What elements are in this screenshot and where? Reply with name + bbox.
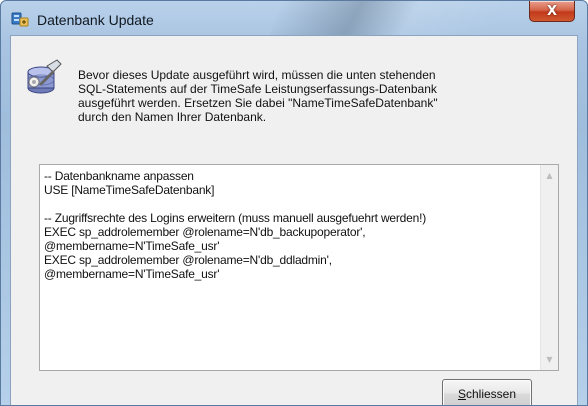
title-bar[interactable]: Datenbank Update X <box>1 1 587 34</box>
sql-line: @membername=N'TimeSafe_usr' <box>44 267 220 281</box>
info-line: durch den Namen Ihrer Datenbank. <box>78 110 267 124</box>
info-line: Bevor dieses Update ausgeführt wird, müs… <box>78 68 436 82</box>
database-wrench-icon <box>27 59 62 94</box>
sql-line: -- Zugriffsrechte des Logins erweitern (… <box>44 211 427 225</box>
accelerator-key: S <box>457 386 466 401</box>
sql-line: EXEC sp_addrolemember @rolename=N'db_bac… <box>44 225 366 239</box>
dialog-client-area: Bevor dieses Update ausgeführt wird, müs… <box>10 35 578 405</box>
window-close-button[interactable]: X <box>529 1 575 22</box>
schliessen-button[interactable]: Schliessen <box>442 379 532 405</box>
vertical-scrollbar[interactable]: ▲ ▼ <box>540 165 558 370</box>
sql-text: -- Datenbankname anpassen USE [NameTimeS… <box>44 169 534 281</box>
sql-line <box>44 197 534 211</box>
info-line: ausgeführt werden. Ersetzen Sie dabei "N… <box>78 96 438 110</box>
window-title: Datenbank Update <box>37 12 154 28</box>
app-icon <box>11 12 29 27</box>
scroll-down-arrow-icon[interactable]: ▼ <box>541 351 558 368</box>
info-message: Bevor dieses Update ausgeführt wird, müs… <box>78 68 548 124</box>
sql-line: EXEC sp_addrolemember @rolename=N'db_ddl… <box>44 253 332 267</box>
sql-line: USE [NameTimeSafeDatenbank] <box>44 183 215 197</box>
sql-line: @membername=N'TimeSafe_usr' <box>44 239 220 253</box>
close-icon: X <box>546 3 558 19</box>
scroll-up-arrow-icon[interactable]: ▲ <box>541 167 558 184</box>
sql-line: -- Datenbankname anpassen <box>44 169 194 183</box>
info-line: SQL-Statements auf der TimeSafe Leistung… <box>78 82 437 96</box>
sql-statements-textarea[interactable]: -- Datenbankname anpassen USE [NameTimeS… <box>39 164 559 371</box>
dialog-window: Datenbank Update X Bevor dieses Update a… <box>0 0 588 406</box>
button-label: chliessen <box>465 386 517 401</box>
